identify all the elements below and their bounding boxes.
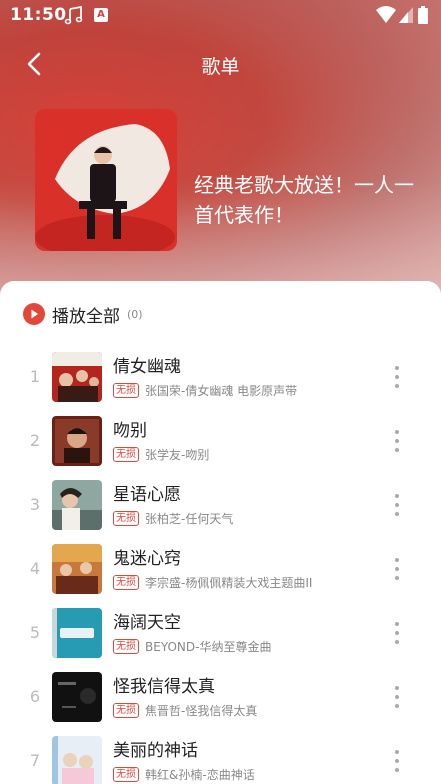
song-row[interactable]: 7 美丽的神话 无损 韩红&孙楠-恋曲神话: [0, 729, 441, 784]
song-subtitle-row: 无损 李宗盛-杨佩佩精装大戏主题曲II: [113, 573, 312, 591]
nav-bar: 歌单: [0, 40, 441, 88]
signal-icon: [399, 7, 413, 23]
song-index: 1: [29, 367, 41, 386]
song-subtitle-row: 无损 张柏芝-任何天气: [113, 509, 233, 527]
more-options-icon[interactable]: [387, 683, 407, 711]
song-index: 6: [29, 687, 41, 706]
song-artist-album: BEYOND-华纳至尊金曲: [145, 639, 272, 654]
battery-icon: [418, 6, 428, 24]
song-artist-album: 张国荣-倩女幽魂 电影原声带: [145, 383, 298, 398]
play-all-label: 播放全部: [52, 306, 120, 327]
lossless-badge: 无损: [113, 446, 139, 462]
song-subtitle-row: 无损 韩红&孙楠-恋曲神话: [113, 765, 255, 783]
status-time: 11:50: [10, 5, 67, 25]
song-title: 星语心愿: [113, 485, 181, 505]
song-index: 3: [29, 495, 41, 514]
album-art: [52, 480, 102, 530]
more-options-icon[interactable]: [387, 491, 407, 519]
more-options-icon[interactable]: [387, 619, 407, 647]
status-bar: 11:50 A: [0, 0, 441, 32]
song-index: 7: [29, 751, 41, 770]
album-art: [52, 736, 102, 784]
album-art: [52, 672, 102, 722]
song-row[interactable]: 1 倩女幽魂 无损 张国荣-倩女幽魂 电影原声带: [0, 345, 441, 409]
song-title: 鬼迷心窍: [113, 549, 181, 569]
album-art: [52, 416, 102, 466]
album-art: [52, 608, 102, 658]
song-title: 倩女幽魂: [113, 357, 181, 377]
album-art: [52, 352, 102, 402]
playlist-cover[interactable]: [35, 109, 177, 251]
song-index: 2: [29, 431, 41, 450]
song-title: 吻别: [113, 421, 147, 441]
song-subtitle-row: 无损 张国荣-倩女幽魂 电影原声带: [113, 381, 297, 399]
song-subtitle-row: 无损 张学友-吻别: [113, 445, 209, 463]
song-index: 4: [29, 559, 41, 578]
song-title: 海阔天空: [113, 613, 181, 633]
song-title: 怪我信得太真: [113, 677, 215, 697]
song-index: 5: [29, 623, 41, 642]
song-artist-album: 韩红&孙楠-恋曲神话: [145, 767, 255, 782]
song-title: 美丽的神话: [113, 741, 198, 761]
more-options-icon[interactable]: [387, 555, 407, 583]
song-row[interactable]: 2 吻别 无损 张学友-吻别: [0, 409, 441, 473]
lossless-badge: 无损: [113, 382, 139, 398]
music-note-icon: [64, 6, 83, 25]
song-artist-album: 焦晋哲-怪我信得太真: [145, 703, 258, 718]
lossless-badge: 无损: [113, 638, 139, 654]
play-all-count: (0): [127, 307, 143, 321]
more-options-icon[interactable]: [387, 363, 407, 391]
song-artist-album: 张学友-吻别: [145, 447, 210, 462]
song-artist-album: 李宗盛-杨佩佩精装大戏主题曲II: [145, 575, 313, 590]
album-art: [52, 544, 102, 594]
play-all-button[interactable]: 播放全部 (0): [23, 300, 143, 328]
more-options-icon[interactable]: [387, 427, 407, 455]
playlist-description: 经典老歌大放送！一人一首代表作！: [194, 173, 414, 227]
song-row[interactable]: 3 星语心愿 无损 张柏芝-任何天气: [0, 473, 441, 537]
song-row[interactable]: 4 鬼迷心窍 无损 李宗盛-杨佩佩精装大戏主题曲II: [0, 537, 441, 601]
song-row[interactable]: 5 海阔天空 无损 BEYOND-华纳至尊金曲: [0, 601, 441, 665]
song-list-panel: 播放全部 (0) 1 倩女幽魂 无损 张国荣-倩女幽魂 电影原声带 2 吻别 无…: [0, 281, 441, 784]
song-subtitle-row: 无损 BEYOND-华纳至尊金曲: [113, 637, 271, 655]
song-subtitle-row: 无损 焦晋哲-怪我信得太真: [113, 701, 257, 719]
lossless-badge: 无损: [113, 574, 139, 590]
playlist-cover-art: [35, 109, 177, 251]
page-title: 歌单: [201, 56, 240, 78]
a-badge-icon: A: [94, 8, 108, 22]
song-row[interactable]: 6 怪我信得太真 无损 焦晋哲-怪我信得太真: [0, 665, 441, 729]
lossless-badge: 无损: [113, 510, 139, 526]
play-circle-icon: [23, 303, 45, 325]
song-artist-album: 张柏芝-任何天气: [145, 511, 234, 526]
more-options-icon[interactable]: [387, 747, 407, 775]
wifi-icon: [376, 6, 396, 23]
lossless-badge: 无损: [113, 766, 139, 782]
lossless-badge: 无损: [113, 702, 139, 718]
